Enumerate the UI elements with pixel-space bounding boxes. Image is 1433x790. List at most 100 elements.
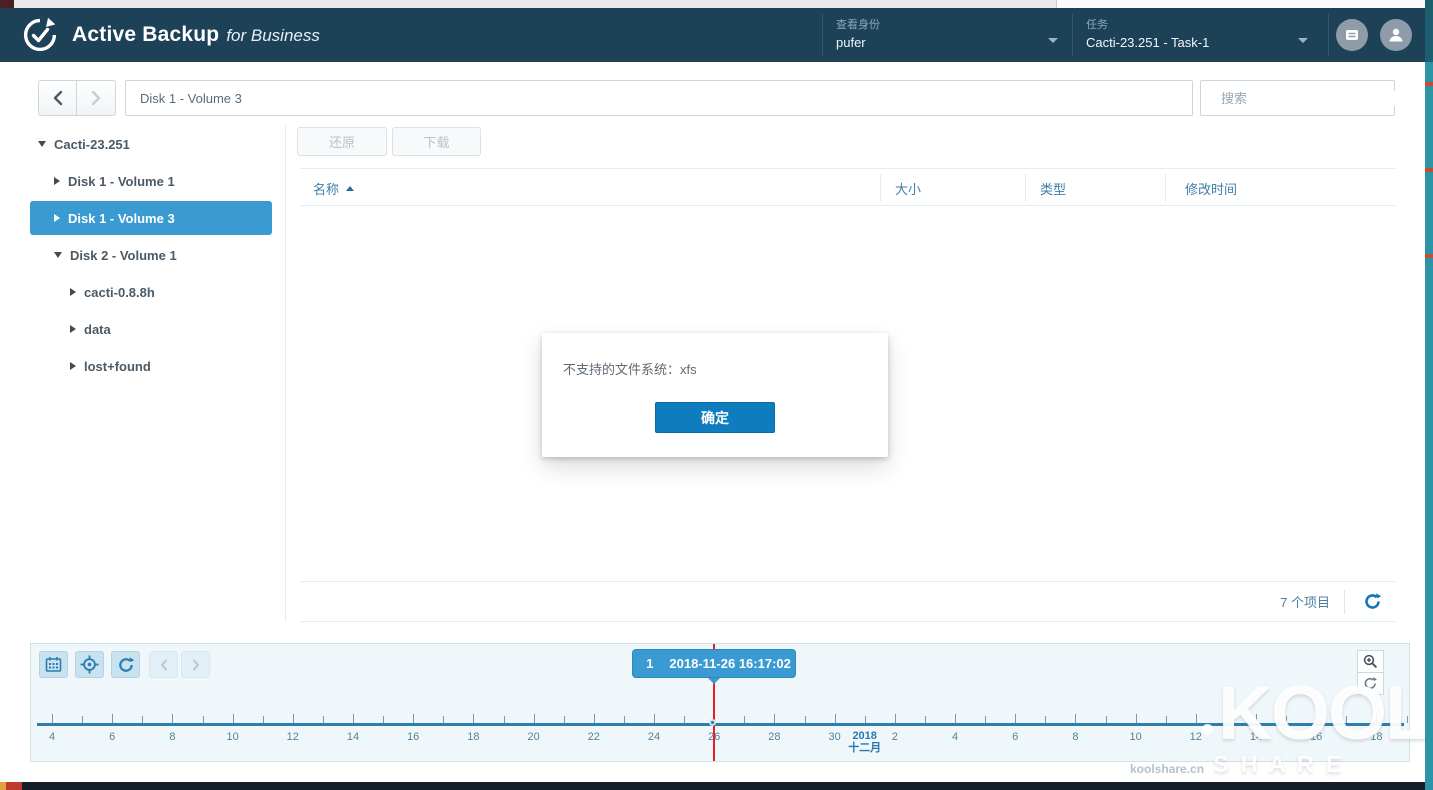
sidebar-item-label: cacti-0.8.8h <box>84 285 155 300</box>
timeline-day-label: 12 <box>1190 731 1202 743</box>
timeline-day-label: 6 <box>1012 731 1018 743</box>
chevron-down-icon <box>54 252 62 258</box>
watermark-share: S H A R E <box>1213 751 1344 778</box>
timeline-tick <box>413 714 414 723</box>
ok-button[interactable]: 确定 <box>655 402 775 433</box>
timeline-tick <box>1015 714 1016 723</box>
timeline-tick <box>1166 716 1167 723</box>
browser-scrollbar[interactable] <box>1425 0 1433 790</box>
search-box[interactable] <box>1200 80 1395 116</box>
column-separator <box>1165 174 1166 202</box>
sidebar-item-data[interactable]: data <box>30 312 272 346</box>
sidebar-item-disk-1-volume-3[interactable]: Disk 1 - Volume 3 <box>30 201 272 235</box>
timeline-tick <box>1106 716 1107 723</box>
calendar-button[interactable] <box>39 651 68 678</box>
refresh-icon <box>1363 592 1382 611</box>
chevron-right-icon <box>70 288 76 296</box>
identity-value: pufer <box>836 35 1066 50</box>
timeline-tick <box>654 714 655 723</box>
timeline-tick <box>353 714 354 723</box>
header-divider <box>822 14 823 56</box>
timeline-day-label: 14 <box>347 731 359 743</box>
refresh-icon <box>117 656 135 674</box>
column-separator <box>880 174 881 202</box>
column-header-name-label: 名称 <box>313 179 339 198</box>
timeline-day-label: 6 <box>109 731 115 743</box>
timeline-prev-button[interactable] <box>149 651 178 678</box>
version-count-badge: 1 <box>646 656 653 671</box>
forward-button[interactable] <box>77 80 116 116</box>
bottom-sliver-red <box>6 782 22 790</box>
locate-version-button[interactable] <box>75 651 104 678</box>
back-button[interactable] <box>38 80 77 116</box>
sidebar-item-disk-2-volume-1[interactable]: Disk 2 - Volume 1 <box>30 238 272 272</box>
sidebar-item-cacti-0-8-8h[interactable]: cacti-0.8.8h <box>30 275 272 309</box>
chevron-down-icon <box>1298 38 1308 48</box>
sidebar-item-label: data <box>84 322 111 337</box>
chevron-right-icon <box>90 90 102 106</box>
timeline-day-label: 20 <box>527 731 539 743</box>
breadcrumb-input[interactable] <box>125 80 1193 116</box>
column-header-type[interactable]: 类型 <box>1040 169 1066 207</box>
user-menu-button[interactable] <box>1380 19 1412 51</box>
timeline-tick <box>895 714 896 723</box>
timeline-day-label: 2 <box>892 731 898 743</box>
timeline-day-label: 10 <box>226 731 238 743</box>
timeline-tick <box>865 716 866 723</box>
version-tooltip[interactable]: 1 2018-11-26 16:17:02 <box>632 649 796 678</box>
timeline-tick <box>564 716 565 723</box>
sidebar-item-cacti-23-251[interactable]: Cacti-23.251 <box>30 127 272 161</box>
identity-dropdown[interactable]: 查看身份 pufer <box>836 8 1066 62</box>
zoom-in-button[interactable] <box>1357 650 1384 673</box>
message-button[interactable] <box>1336 19 1368 51</box>
timeline-tick <box>805 716 806 723</box>
refresh-button[interactable] <box>1359 589 1385 615</box>
chevron-right-icon <box>70 362 76 370</box>
active-backup-logo-icon <box>22 17 58 53</box>
timeline-day-label: 4 <box>49 731 55 743</box>
timeline-axis <box>37 723 1404 726</box>
watermark-kool: KOOL <box>1202 676 1430 752</box>
timeline-day-label: 18 <box>467 731 479 743</box>
sidebar-item-label: Cacti-23.251 <box>54 137 130 152</box>
timeline-tick <box>443 716 444 723</box>
sidebar-item-lost-found[interactable]: lost+found <box>30 349 272 383</box>
dialog-message: 不支持的文件系统：xfs <box>563 359 697 378</box>
user-icon <box>1387 26 1405 44</box>
timeline-day-label: 24 <box>648 731 660 743</box>
unsupported-filesystem-dialog: 不支持的文件系统：xfs 确定 <box>542 333 888 457</box>
timeline-day-label: 22 <box>588 731 600 743</box>
bottom-browser-sliver <box>0 782 1433 790</box>
chevron-right-icon <box>54 177 60 185</box>
timeline-tick <box>233 714 234 723</box>
timeline-tick <box>624 716 625 723</box>
items-count: 7 个项目 <box>1280 592 1330 611</box>
column-header-size[interactable]: 大小 <box>895 169 921 207</box>
timeline-refresh-button[interactable] <box>111 651 140 678</box>
task-value: Cacti-23.251 - Task-1 <box>1086 35 1318 50</box>
timeline-tick <box>263 716 264 723</box>
app-title-group: Active Backupfor Business <box>72 23 320 47</box>
restore-button[interactable]: 还原 <box>297 127 387 156</box>
sidebar-item-label: Disk 1 - Volume 3 <box>68 211 175 226</box>
top-browser-sliver <box>0 0 1433 8</box>
scrollbar-mark <box>1425 82 1433 86</box>
watermark-site: koolshare.cn <box>1130 762 1204 776</box>
scrollbar-top <box>1425 0 1433 62</box>
timeline-day-label: 8 <box>1072 731 1078 743</box>
sidebar-item-label: lost+found <box>84 359 151 374</box>
timeline-tick <box>925 716 926 723</box>
task-dropdown[interactable]: 任务 Cacti-23.251 - Task-1 <box>1086 8 1318 62</box>
timeline-tick <box>774 714 775 723</box>
timeline-next-button[interactable] <box>181 651 210 678</box>
column-header-mtime[interactable]: 修改时间 <box>1185 169 1237 207</box>
app-header: Active Backupfor Business 查看身份 pufer 任务 … <box>0 8 1425 62</box>
app-title: Active Backup <box>72 23 219 46</box>
table-header-row: 名称 大小 类型 修改时间 <box>300 168 1395 206</box>
sidebar-item-disk-1-volume-1[interactable]: Disk 1 - Volume 1 <box>30 164 272 198</box>
timeline-tick <box>112 714 113 723</box>
column-header-name[interactable]: 名称 <box>313 169 354 207</box>
download-button[interactable]: 下载 <box>392 127 481 156</box>
timeline-selected-dot[interactable] <box>709 719 716 726</box>
search-input[interactable] <box>1221 91 1397 106</box>
